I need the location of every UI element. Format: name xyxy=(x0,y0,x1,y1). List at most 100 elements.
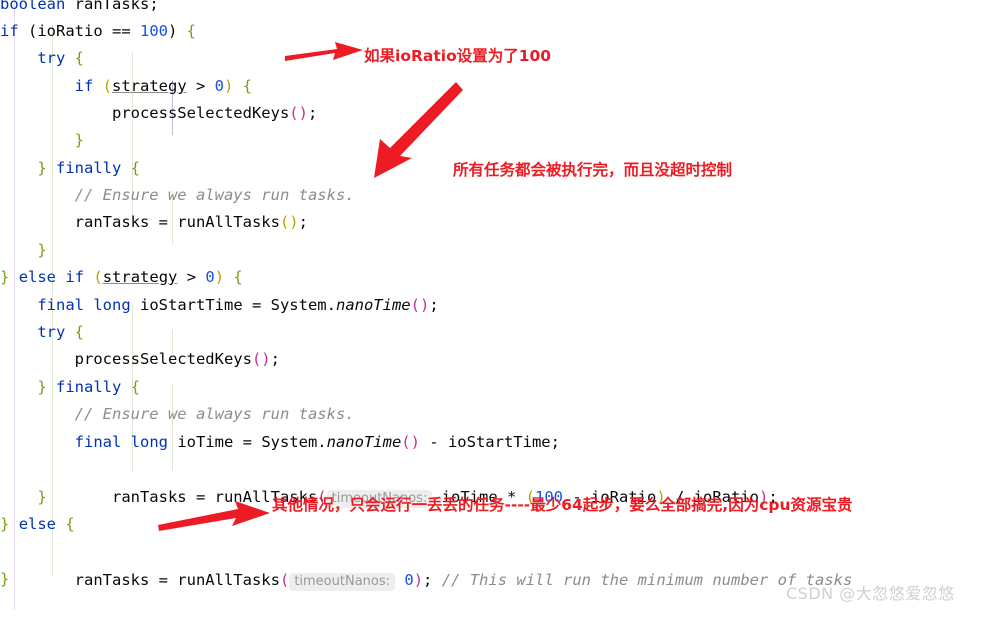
code-line[interactable]: } xyxy=(0,483,47,511)
code-token: (ioRatio == xyxy=(18,22,140,40)
code-line[interactable]: try { xyxy=(0,44,84,72)
code-token: } xyxy=(0,570,10,588)
code-token: () xyxy=(251,350,271,368)
code-token: ranTasks; xyxy=(65,0,159,13)
code-line[interactable]: // Ensure we always run tasks. xyxy=(0,400,355,428)
code-line[interactable]: final long ioStartTime = System.nanoTime… xyxy=(0,291,438,319)
code-token: ) xyxy=(168,22,187,40)
code-token: long xyxy=(93,296,131,314)
code-line[interactable]: if (strategy > 0) { xyxy=(0,72,252,100)
code-line[interactable]: } else { xyxy=(0,510,75,538)
code-token: () xyxy=(289,104,308,122)
code-token: () xyxy=(410,296,430,314)
code-token: ( xyxy=(102,77,113,95)
code-line[interactable]: } xyxy=(0,565,9,593)
annotation-text-3: 其他情况，只会运行一丢丢的任务----最少64起步，要么全部搞完,因为cpu资源… xyxy=(272,496,853,514)
code-line[interactable]: } finally { xyxy=(0,154,140,182)
code-token: boolean xyxy=(0,0,66,13)
code-line-with-hint[interactable]: ranTasks = runAllTasks(timeoutNanos: 0);… xyxy=(0,538,852,624)
code-token: { xyxy=(130,378,141,396)
code-token: 0 xyxy=(395,571,414,589)
code-token: else xyxy=(18,268,57,286)
code-token: ) xyxy=(224,77,234,95)
code-line[interactable]: ranTasks = runAllTasks(); xyxy=(0,208,308,236)
code-token: ranTasks = runAllTasks xyxy=(74,571,280,589)
code-token: if xyxy=(0,22,19,40)
code-token: > xyxy=(177,268,206,286)
code-line[interactable]: } xyxy=(0,126,84,154)
code-token: try xyxy=(37,323,66,341)
code-line[interactable]: final long ioTime = System.nanoTime() - … xyxy=(0,428,560,456)
code-token: 0 xyxy=(205,268,215,286)
code-line[interactable]: // Ensure we always run tasks. xyxy=(0,181,355,209)
code-token: finally xyxy=(56,159,122,177)
code-token: if xyxy=(74,77,94,95)
code-token: ; xyxy=(298,213,308,231)
code-token: ( xyxy=(93,268,103,286)
annotation-arrow-2 xyxy=(374,82,463,178)
code-token: { xyxy=(130,159,141,177)
code-token: ioStartTime = System. xyxy=(130,296,336,314)
code-token: > xyxy=(186,77,215,95)
code-editor[interactable]: boolean ranTasks; if (ioRatio == 100) { … xyxy=(0,0,993,610)
code-line[interactable]: processSelectedKeys(); xyxy=(0,345,280,373)
code-line[interactable]: if (ioRatio == 100) { xyxy=(0,17,196,45)
code-token: 100 xyxy=(140,22,168,40)
code-token: // Ensure we always run tasks. xyxy=(74,405,355,423)
annotation-arrow-3 xyxy=(158,501,270,531)
code-token: final xyxy=(74,433,122,451)
code-token: { xyxy=(242,77,253,95)
code-token: { xyxy=(65,515,75,533)
code-token: long xyxy=(130,433,168,451)
code-token: } xyxy=(37,378,47,396)
csdn-watermark: CSDN @大忽悠爱忽悠 xyxy=(786,584,955,603)
code-line[interactable]: processSelectedKeys(); xyxy=(0,99,317,127)
code-line[interactable]: } xyxy=(0,236,47,264)
code-token: ; xyxy=(423,571,442,589)
code-line[interactable]: } else if (strategy > 0) { xyxy=(0,263,243,291)
code-token: ; xyxy=(270,350,280,368)
code-token: ) xyxy=(214,268,225,286)
code-token: finally xyxy=(56,378,122,396)
code-token: if xyxy=(65,268,85,286)
code-token: { xyxy=(186,22,197,40)
code-token: () xyxy=(279,213,299,231)
code-line[interactable]: } finally { xyxy=(0,373,140,401)
code-line[interactable]: boolean ranTasks; xyxy=(0,0,159,18)
code-token: } xyxy=(74,131,84,149)
code-token: else xyxy=(18,515,57,533)
code-token: 0 xyxy=(214,77,225,95)
code-token: nanoTime xyxy=(335,296,411,314)
code-token: final xyxy=(37,296,84,314)
code-token: try xyxy=(37,49,66,67)
code-token: } xyxy=(37,159,47,177)
code-token: - ioStartTime; xyxy=(419,433,560,451)
code-token: ioTime = System. xyxy=(168,433,327,451)
code-token: } xyxy=(37,241,47,259)
code-line[interactable]: try { xyxy=(0,318,84,346)
code-token: } xyxy=(37,488,47,506)
code-token: () xyxy=(401,433,420,451)
code-token: // Ensure we always run tasks. xyxy=(74,186,355,204)
